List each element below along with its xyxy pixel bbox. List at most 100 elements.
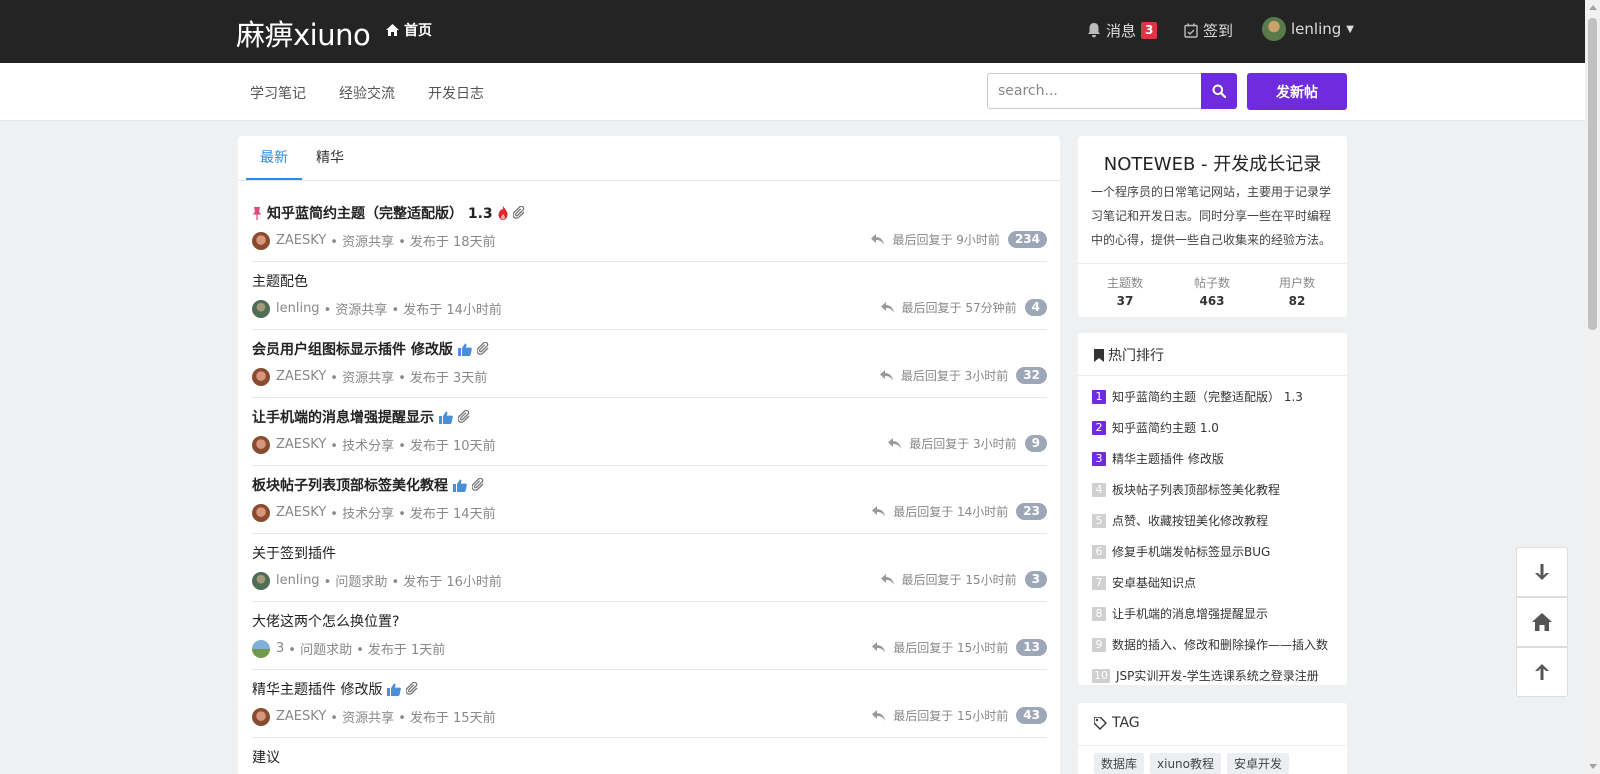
nav-home-link[interactable]: 首页 [386,20,432,40]
hot-ranking-item-title[interactable]: 知乎蓝简约主题（完整适配版） 1.3 [1112,388,1303,405]
tab-featured[interactable]: 精华 [302,136,358,180]
scroll-up-arrow[interactable] [1589,5,1597,10]
search-input[interactable] [987,73,1201,109]
hot-ranking-item[interactable]: 1 知乎蓝简约主题（完整适配版） 1.3 [1092,381,1342,412]
thread-forum[interactable]: • 问题求助 • [288,639,364,658]
thread-title[interactable]: 板块帖子列表顶部标签美化教程 [252,475,485,495]
hot-ranking-item[interactable]: 8 让手机端的消息增强提醒显示 [1092,598,1342,629]
hot-ranking-item[interactable]: 4 板块帖子列表顶部标签美化教程 [1092,474,1342,505]
thread-title-text[interactable]: 主题配色 [252,271,308,291]
thread-row[interactable]: 会员用户组图标显示插件 修改版 ZAESKY • 资源共享 • 发布于 3天前 最后回复… [252,330,1047,398]
hot-ranking-item[interactable]: 3 精华主题插件 修改版 [1092,443,1342,474]
hot-ranking-item[interactable]: 7 安卓基础知识点 [1092,567,1342,598]
thread-row[interactable]: 板块帖子列表顶部标签美化教程 ZAESKY • 技术分享 • 发布于 14天前 最后回复… [252,466,1047,534]
nav-signin-link[interactable]: 签到 [1184,20,1233,41]
thread-forum[interactable]: • 资源共享 • [330,707,406,726]
hot-ranking-item[interactable]: 2 知乎蓝简约主题 1.0 [1092,412,1342,443]
thread-row[interactable]: 建议 [252,738,1047,774]
thread-author[interactable]: ZAESKY [276,505,326,520]
page-scrollbar[interactable] [1585,0,1600,774]
thread-title-text[interactable]: 会员用户组图标显示插件 修改版 [252,339,453,359]
scroll-to-bottom-button[interactable] [1516,547,1568,597]
thread-row[interactable]: 知乎蓝简约主题（完整适配版） 1.3 ZAESKY • 资源共享 • 发布于 18天前… [252,194,1047,262]
thread-row[interactable]: 精华主题插件 修改版 ZAESKY • 资源共享 • 发布于 15天前 最后回复于 15… [252,670,1047,738]
author-avatar[interactable] [252,639,270,658]
hot-ranking-item-title[interactable]: JSP实训开发-学生选课系统之登录注册 [1116,667,1319,684]
scroll-to-top-button[interactable] [1516,647,1568,697]
nav-messages-link[interactable]: 消息 3 [1087,20,1158,41]
thread-title[interactable]: 主题配色 [252,271,308,291]
author-avatar[interactable] [252,435,270,454]
author-avatar[interactable] [252,299,270,318]
thread-forum[interactable]: • 资源共享 • [330,367,406,386]
subnav-experience[interactable]: 经验交流 [339,83,395,103]
thread-row[interactable]: 关于签到插件 lenling • 问题求助 • 发布于 16小时前 最后回复于 15小时… [252,534,1047,602]
hot-ranking-item-title[interactable]: 数据的插入、修改和删除操作——插入数 [1112,636,1328,653]
thread-posted-time: 发布于 1天前 [367,643,446,658]
thread-title[interactable]: 知乎蓝简约主题（完整适配版） 1.3 [252,203,526,223]
thread-title[interactable]: 大佬这两个怎么换位置? [252,611,399,631]
subnav-dev-log[interactable]: 开发日志 [428,83,484,103]
site-brand[interactable]: 麻痹xiuno [236,12,371,54]
thread-author[interactable]: lenling [276,301,320,316]
thread-forum[interactable]: • 资源共享 • [324,299,400,318]
tag-item[interactable]: 数据库 [1094,753,1145,774]
thread-forum[interactable]: • 问题求助 • [324,571,400,590]
search-button[interactable] [1201,73,1237,109]
thread-author[interactable]: lenling [276,573,320,588]
scroll-down-arrow[interactable] [1589,764,1597,769]
user-menu-dropdown[interactable]: lenling ▼ [1262,17,1354,41]
tabs-divider [238,180,1060,181]
search-icon [1212,84,1226,98]
thread-author[interactable]: ZAESKY [276,233,326,248]
thread-title[interactable]: 让手机端的消息增强提醒显示 [252,407,471,427]
thread-forum[interactable]: • 技术分享 • [330,435,406,454]
tab-latest[interactable]: 最新 [246,136,302,180]
thread-row[interactable]: 大佬这两个怎么换位置? 3 • 问题求助 • 发布于 1天前 最后回复于 15小时前 13 [252,602,1047,670]
subnav-study-notes[interactable]: 学习笔记 [250,83,306,103]
hot-ranking-item-title[interactable]: 板块帖子列表顶部标签美化教程 [1112,481,1280,498]
author-avatar[interactable] [252,707,270,726]
hot-ranking-item-title[interactable]: 让手机端的消息增强提醒显示 [1112,605,1268,622]
thread-row[interactable]: 主题配色 lenling • 资源共享 • 发布于 14小时前 最后回复于 57分钟前 4 [252,262,1047,330]
thread-author[interactable]: ZAESKY [276,369,326,384]
hot-ranking-item-title[interactable]: 精华主题插件 修改版 [1112,450,1224,467]
hot-ranking-item-title[interactable]: 安卓基础知识点 [1112,574,1196,591]
hot-ranking-item[interactable]: 10 JSP实训开发-学生选课系统之登录注册 [1092,660,1342,691]
go-home-button[interactable] [1516,597,1568,647]
thread-title[interactable]: 会员用户组图标显示插件 修改版 [252,339,490,359]
thread-title-text[interactable]: 建议 [252,747,280,767]
thread-title-text[interactable]: 大佬这两个怎么换位置? [252,611,399,631]
thread-title-text[interactable]: 关于签到插件 [252,543,336,563]
thread-title[interactable]: 关于签到插件 [252,543,336,563]
thread-title[interactable]: 建议 [252,747,280,767]
author-avatar[interactable] [252,231,270,250]
hot-ranking-item[interactable]: 5 点赞、收藏按钮美化修改教程 [1092,505,1342,536]
scrollbar-thumb[interactable] [1588,18,1597,330]
author-avatar[interactable] [252,367,270,386]
thread-title[interactable]: 精华主题插件 修改版 [252,679,419,699]
hot-ranking-item[interactable]: 6 修复手机端发帖标签显示BUG [1092,536,1342,567]
reply-count-badge: 4 [1024,299,1047,316]
hot-ranking-item-title[interactable]: 点赞、收藏按钮美化修改教程 [1112,512,1268,529]
thread-row[interactable]: 让手机端的消息增强提醒显示 ZAESKY • 技术分享 • 发布于 10天前 最后回复于… [252,398,1047,466]
hot-ranking-item-title[interactable]: 修复手机端发帖标签显示BUG [1112,543,1270,560]
thread-title-text[interactable]: 精华主题插件 修改版 [252,679,382,699]
author-avatar[interactable] [252,503,270,522]
thread-title-text[interactable]: 知乎蓝简约主题（完整适配版） 1.3 [267,203,493,223]
thread-author[interactable]: ZAESKY [276,709,326,724]
tag-item[interactable]: 安卓开发 [1227,753,1290,774]
thread-title-text[interactable]: 板块帖子列表顶部标签美化教程 [252,475,448,495]
thread-forum[interactable]: • 技术分享 • [330,503,406,522]
username-label: lenling [1291,20,1342,38]
thread-author[interactable]: ZAESKY [276,437,326,452]
new-post-button[interactable]: 发新帖 [1247,73,1347,110]
hot-ranking-item[interactable]: 9 数据的插入、修改和删除操作——插入数 [1092,629,1342,660]
thread-author[interactable]: 3 [276,641,284,656]
hot-ranking-item-title[interactable]: 知乎蓝简约主题 1.0 [1112,419,1219,436]
thread-forum[interactable]: • 资源共享 • [330,231,406,250]
attachment-icon [512,206,526,220]
author-avatar[interactable] [252,571,270,590]
thread-title-text[interactable]: 让手机端的消息增强提醒显示 [252,407,434,427]
tag-item[interactable]: xiuno教程 [1150,753,1222,774]
